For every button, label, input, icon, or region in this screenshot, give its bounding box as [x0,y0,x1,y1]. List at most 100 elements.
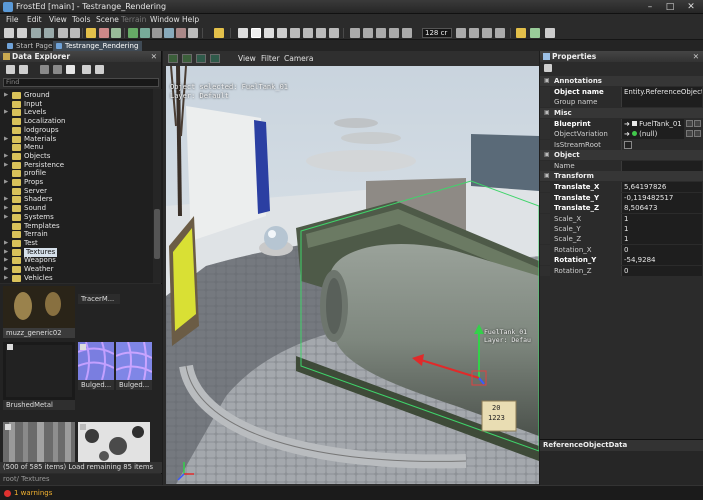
property-value-field[interactable] [622,97,702,108]
tree-item-templates[interactable]: Templates [0,222,152,231]
tree-item-systems[interactable]: ▶ Systems [0,213,152,222]
expand-arrow-icon[interactable]: ▶ [4,274,8,283]
expand-arrow-icon[interactable]: ▶ [4,195,8,204]
collapse-icon[interactable]: ▣ [544,108,550,118]
scale-icon[interactable] [277,28,287,38]
tree-scrollbar[interactable] [153,89,161,283]
thumbnail-muzz-generic02[interactable]: muzz_generic02 [3,286,75,340]
expand-arrow-icon[interactable]: ▶ [4,248,8,257]
thumbnail-view-icon[interactable] [66,65,75,74]
menu-file[interactable]: File [6,15,19,24]
property-value-field[interactable]: -0,119482517 [622,192,702,203]
wireframe-icon[interactable] [376,28,386,38]
tree-item-persistence[interactable]: ▶ Persistence [0,161,152,170]
camera-speed-input[interactable]: 128 cr [422,28,452,38]
tree-item-weapons[interactable]: ▶ Weapons [0,256,152,265]
menu-view[interactable]: View [49,15,67,24]
property-value-field[interactable]: 0 [622,244,702,255]
local-space-icon[interactable] [303,28,313,38]
tab-testrange-rendering[interactable]: Testrange_Rendering [53,41,143,51]
menu-tools[interactable]: Tools [72,15,90,24]
fit-icon[interactable] [482,28,492,38]
snap-icon[interactable] [214,28,224,38]
property-value-field[interactable]: 1 [622,234,702,245]
viewport-mode-icon[interactable] [168,54,178,63]
expand-arrow-icon[interactable]: ▶ [4,239,8,248]
warning-icon[interactable] [4,490,11,497]
tab-start-page[interactable]: Start Page [4,41,56,51]
lock-icon[interactable] [95,65,104,74]
thumbnail-stripes[interactable] [3,422,75,462]
focus-icon[interactable] [495,28,505,38]
ai-icon[interactable] [530,28,540,38]
close-icon[interactable]: ✕ [151,51,157,62]
tree-item-vehicles[interactable]: ▶ Vehicles [0,274,152,283]
rotate-icon[interactable] [264,28,274,38]
property-value-field[interactable]: 8,506473 [622,203,702,214]
tree-item-materials[interactable]: ▶ Materials [0,135,152,144]
property-value-field[interactable]: 5,64197826 [622,182,702,193]
property-value-field[interactable]: ➜ (null) [622,129,684,140]
property-value-field[interactable]: 1 [622,224,702,234]
collapse-icon[interactable]: ▣ [544,76,550,86]
zoom-out-icon[interactable] [469,28,479,38]
collapse-icon[interactable]: ▣ [544,171,550,181]
tree-item-levels[interactable]: ▶ Levels [0,108,152,117]
tree-item-localization[interactable]: Localization [0,117,152,126]
globe-icon[interactable] [140,28,150,38]
physics-icon[interactable] [516,28,526,38]
minimize-button[interactable]: – [640,1,660,13]
zoom-in-icon[interactable] [456,28,466,38]
snap-grid-icon[interactable] [329,28,339,38]
tools-icon[interactable] [99,28,109,38]
tree-item-test[interactable]: ▶ Test [0,239,152,248]
viewport-menu-filter[interactable]: Filter [261,54,280,63]
menu-scene[interactable]: Scene [96,15,119,24]
tree-item-ground[interactable]: ▶ Ground [0,91,152,100]
build-icon[interactable] [86,28,96,38]
stream-root-checkbox[interactable] [624,140,632,149]
thumbnail-brushed-metal[interactable]: BrushedMetal [3,342,75,412]
tree-item-lodgroups[interactable]: lodgroups [0,126,152,135]
category-misc[interactable]: ▣ Misc [540,107,703,118]
thumbnail-noise[interactable] [78,422,150,462]
select-icon[interactable] [238,28,248,38]
menu-window[interactable]: Window [150,15,180,24]
category-object[interactable]: ▣ Object [540,150,703,160]
viewport-menu-camera[interactable]: Camera [284,54,313,63]
redo-icon[interactable] [44,28,54,38]
browse-button[interactable] [686,119,693,127]
goto-arrow-icon[interactable]: ➜ [624,120,632,128]
menu-edit[interactable]: Edit [27,15,42,24]
debug-icon[interactable] [176,28,186,38]
close-icon[interactable]: ✕ [693,51,699,62]
property-value-field[interactable] [622,161,702,171]
tree-item-weather[interactable]: ▶ Weather [0,265,152,274]
tree-item-terrain[interactable]: Terrain [0,230,152,239]
save-icon[interactable] [17,28,27,38]
move-icon[interactable] [251,28,261,38]
tree-item-props[interactable]: ▶ Props [0,178,152,187]
category-annotations[interactable]: ▣ Annotations [540,76,703,86]
3d-viewport[interactable]: Object selected: FuelTank_01 Layer: Defa… [166,66,539,484]
details-view-icon[interactable] [53,65,62,74]
list-view-icon[interactable] [40,65,49,74]
viewport-menu-view[interactable]: View [238,54,256,63]
tree-item-profile[interactable]: profile [0,169,152,178]
category-transform[interactable]: ▣ Transform [540,171,703,182]
clear-button[interactable] [694,130,701,138]
tree-item-textures[interactable]: ▶ Textures [0,247,152,257]
expand-arrow-icon[interactable]: ▶ [4,178,8,187]
maximize-button[interactable]: □ [660,1,680,13]
tree-item-sound[interactable]: ▶ Sound [0,204,152,213]
filter-icon[interactable] [152,28,162,38]
thumbnail-bulged-2[interactable]: Bulged... [116,342,152,392]
expand-arrow-icon[interactable]: ▶ [4,204,8,213]
thumbnail-tracer[interactable]: TracerM... [78,286,120,306]
settings-icon[interactable] [545,28,555,38]
expand-arrow-icon[interactable]: ▶ [4,152,8,161]
tree-item-shaders[interactable]: ▶ Shaders [0,195,152,204]
camera-icon[interactable] [350,28,360,38]
link-icon[interactable] [82,65,91,74]
forward-icon[interactable] [19,65,28,74]
